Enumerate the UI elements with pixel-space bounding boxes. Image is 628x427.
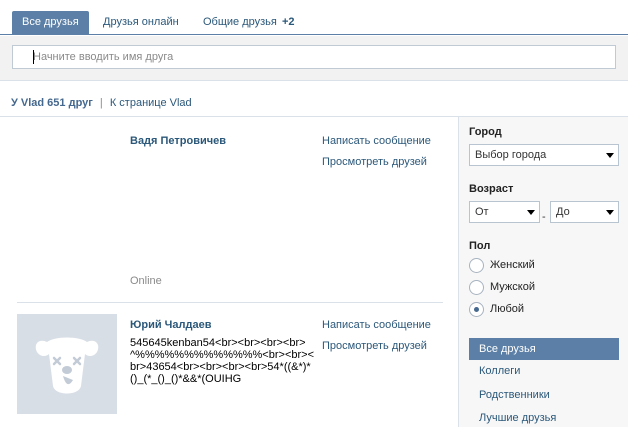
dropdown-arrow-icon — [527, 210, 535, 215]
radio-button[interactable] — [469, 280, 484, 295]
age-to-select[interactable]: До — [550, 201, 619, 223]
friend-search-input[interactable] — [12, 45, 616, 69]
tab-all-friends-label: Все друзья — [22, 16, 79, 28]
friend-status-text: 545645kenban54<br><br><br><br>^%%%%%%%%%… — [130, 337, 314, 385]
tab-bar: Все друзья Друзья онлайн Общие друзья +2 — [0, 0, 628, 35]
category-best-friends[interactable]: Лучшие друзья — [469, 407, 619, 427]
friend-name[interactable]: Юрий Чалдаев — [130, 319, 211, 331]
mutual-friends-count: +2 — [281, 16, 295, 28]
text-cursor — [33, 50, 34, 64]
friend-name[interactable]: Вадя Петровичев — [130, 135, 226, 147]
to-profile-link[interactable]: К странице Vlad — [110, 97, 192, 109]
city-select[interactable]: Выбор города — [469, 144, 619, 166]
friend-row: Юрий Чалдаев 545645kenban54<br><br><br><… — [0, 302, 458, 427]
avatar[interactable] — [17, 314, 117, 414]
friends-summary: У Vlad 651 друг | К странице Vlad — [0, 95, 628, 117]
online-status: Online — [130, 275, 162, 287]
dropdown-arrow-icon — [606, 153, 614, 158]
age-from-value: От — [475, 206, 489, 218]
radio-button[interactable] — [469, 302, 484, 317]
category-colleagues[interactable]: Коллеги — [469, 360, 619, 382]
send-message-link[interactable]: Написать сообщение — [322, 135, 431, 147]
tab-mutual-friends[interactable]: Общие друзья +2 — [193, 11, 304, 35]
view-friends-link[interactable]: Просмотреть друзей — [322, 340, 427, 352]
tab-friends-online[interactable]: Друзья онлайн — [93, 11, 189, 35]
category-relatives[interactable]: Родственники — [469, 384, 619, 406]
radio-button[interactable] — [469, 258, 484, 273]
age-label: Возраст — [469, 183, 514, 195]
view-friends-link[interactable]: Просмотреть друзей — [322, 156, 427, 168]
age-range-separator: - — [542, 211, 546, 223]
friends-count-text: У Vlad 651 друг — [11, 97, 93, 109]
gender-option-label: Женский — [490, 259, 535, 271]
gender-option-label: Мужской — [490, 281, 535, 293]
friends-list: Вадя Петровичев Online Написать сообщени… — [0, 117, 458, 427]
send-message-link[interactable]: Написать сообщение — [322, 319, 431, 331]
city-label: Город — [469, 126, 502, 138]
dropdown-arrow-icon — [606, 210, 614, 215]
gender-option-label: Любой — [490, 303, 525, 315]
search-area — [0, 36, 628, 81]
friend-row: Вадя Петровичев Online Написать сообщени… — [0, 117, 458, 302]
tab-friends-online-label: Друзья онлайн — [103, 16, 179, 28]
age-from-select[interactable]: От — [469, 201, 540, 223]
dog-placeholder-icon — [35, 337, 99, 394]
tab-all-friends[interactable]: Все друзья — [12, 11, 89, 35]
summary-separator: | — [99, 97, 103, 109]
city-select-value: Выбор города — [475, 149, 547, 161]
category-all-friends[interactable]: Все друзья — [469, 338, 619, 360]
filters-sidebar: Город Выбор города Возраст От - До Пол Ж… — [458, 117, 628, 427]
gender-label: Пол — [469, 240, 491, 252]
age-to-value: До — [556, 206, 570, 218]
tab-mutual-friends-label: Общие друзья — [203, 16, 277, 28]
